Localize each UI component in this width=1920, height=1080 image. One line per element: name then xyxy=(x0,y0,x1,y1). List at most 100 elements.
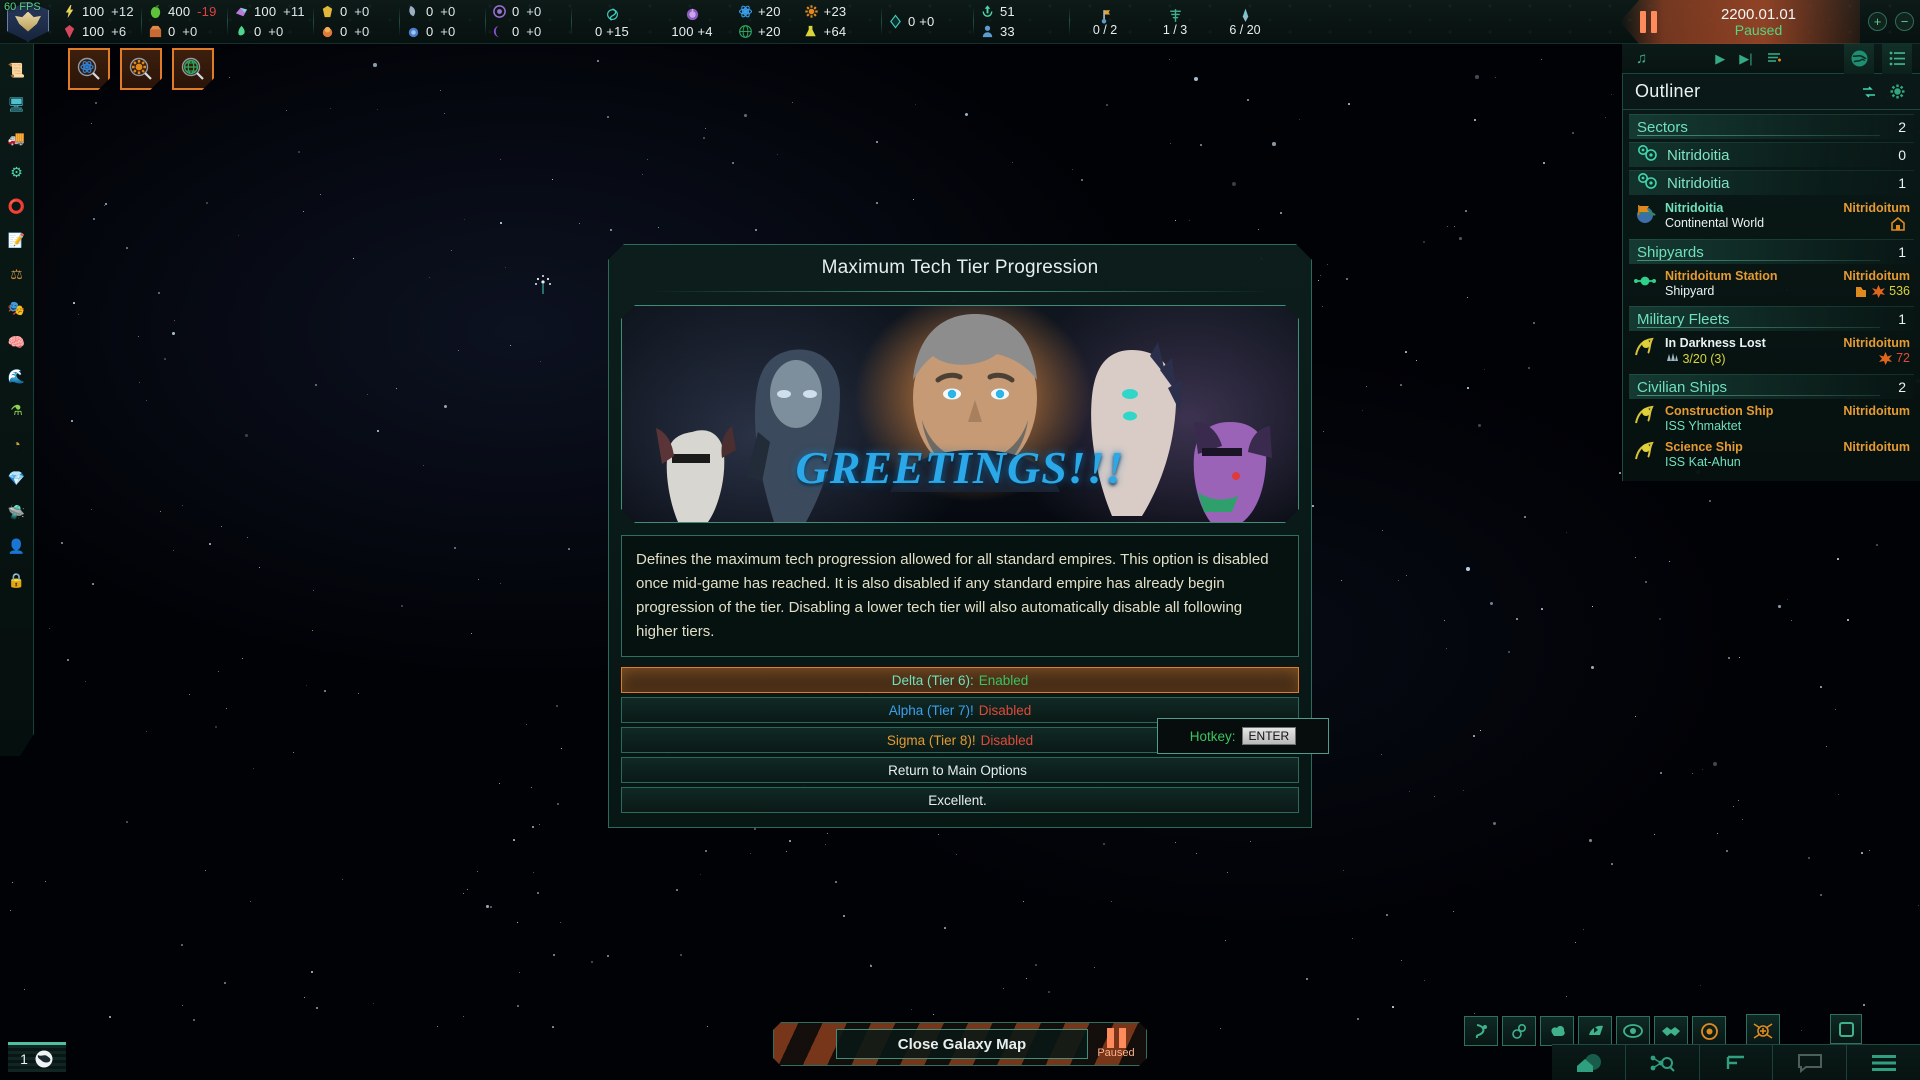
music-next-button[interactable]: ▶| xyxy=(1739,52,1752,65)
sidebar-item-situation-log[interactable]: 📜 xyxy=(4,57,30,83)
sidebar-item-empire[interactable]: ◔ xyxy=(4,431,30,457)
map-mode-nebula-button[interactable] xyxy=(1540,1016,1574,1046)
counter-colonies[interactable]: 0 / 2 xyxy=(1070,0,1140,43)
game-speed-block[interactable]: 2200.01.01 Paused xyxy=(1620,0,1860,44)
outliner-ship-construction[interactable]: Construction Ship ISS Yhmaktet Nitridoitum xyxy=(1623,401,1920,437)
speed-up-button[interactable]: + xyxy=(1868,12,1887,31)
sidebar-item-situation-log-icon: 📜 xyxy=(7,62,26,78)
sidebar-item-megastructures[interactable]: 💎 xyxy=(4,465,30,491)
resource-pair-3[interactable]: 0 +0 0 +0 xyxy=(314,0,400,43)
close-galaxy-map-label[interactable]: Close Galaxy Map xyxy=(836,1029,1088,1059)
sidebar-item-government[interactable]: ⚖ xyxy=(4,261,30,287)
resource-pair-5[interactable]: 0 +0 0 +0 xyxy=(486,0,572,43)
galaxy-home-button[interactable] xyxy=(1552,1045,1626,1080)
outliner-system-nitridoitia-1[interactable]: Nitridoitia 0 xyxy=(1629,142,1914,167)
sidebar-item-planets[interactable]: 🌊 xyxy=(4,363,30,389)
counter-starbases[interactable]: 1 / 3 xyxy=(1140,0,1210,43)
option-return-to-main[interactable]: Return to Main Options xyxy=(621,757,1299,783)
resource-influence[interactable]: 0 +15 xyxy=(572,0,652,43)
option-excellent[interactable]: Excellent. xyxy=(621,787,1299,813)
playlist-add-icon[interactable] xyxy=(1767,51,1782,67)
center-on-capital-button[interactable] xyxy=(1746,1014,1780,1048)
resource-consumer-goods[interactable]: 0 +0 xyxy=(148,22,220,42)
population-block[interactable]: 51 33 xyxy=(974,0,1070,43)
expand-panel-button[interactable] xyxy=(1700,1045,1774,1080)
outliner-ship-science-system: Nitridoitum xyxy=(1843,440,1910,454)
outliner-group-civilian-ships[interactable]: Civilian Ships 2 xyxy=(1629,374,1914,399)
resource-food[interactable]: 400 -19 xyxy=(148,2,220,22)
minimap-zoom-level: 1 xyxy=(20,1050,28,1067)
resource-trade-value[interactable]: 0 +0 xyxy=(882,0,974,43)
outliner-ship-science[interactable]: Science Ship ISS Kat-Ahun Nitridoitum xyxy=(1623,437,1920,473)
paused-indicator[interactable]: Paused xyxy=(1090,1028,1142,1059)
resource-pair-2[interactable]: 100 +11 0 +0 xyxy=(228,0,314,43)
music-play-button[interactable]: ▶ xyxy=(1715,52,1725,65)
globe-icon xyxy=(35,1050,53,1067)
resource-alloys[interactable]: 100 +11 xyxy=(234,2,306,22)
select-box-button[interactable] xyxy=(1830,1014,1862,1044)
physics-research-search-button[interactable] xyxy=(68,48,110,90)
sidebar-item-contacts[interactable]: 🖥 xyxy=(4,91,30,117)
resource-living-metal[interactable]: 0 +0 xyxy=(406,2,478,22)
research-output[interactable]: +20 +23 +20 +64 xyxy=(732,0,882,43)
outliner-group-sectors[interactable]: Sectors 2 xyxy=(1629,114,1914,139)
sidebar-item-technology[interactable]: ⚙ xyxy=(4,159,30,185)
message-log-button[interactable] xyxy=(1773,1045,1848,1080)
map-mode-hyperlanes-button[interactable] xyxy=(1464,1016,1498,1046)
sidebar-item-market[interactable]: 🚚 xyxy=(4,125,30,151)
speed-down-button[interactable]: − xyxy=(1895,12,1914,31)
resource-minerals[interactable]: 100 +6 xyxy=(62,22,134,42)
sidebar-item-fleet-manager[interactable]: 🛸 xyxy=(4,499,30,525)
resource-zro[interactable]: 0 +0 xyxy=(406,22,478,42)
resource-energy-credits[interactable]: 100 +12 xyxy=(62,2,134,22)
engineering-research-search-button[interactable] xyxy=(172,48,214,90)
close-galaxy-map-bar[interactable]: Close Galaxy Map Paused xyxy=(773,1022,1147,1066)
sidebar-item-leaders[interactable]: 👤 xyxy=(4,533,30,559)
outliner-starbase-nitridoitum-station[interactable]: Nitridoitum Station Shipyard Nitridoitum 53… xyxy=(1623,266,1920,302)
sidebar-item-situation[interactable]: ⭕ xyxy=(4,193,30,219)
counter-naval-capacity[interactable]: 6 / 20 xyxy=(1210,0,1280,43)
music-note-icon[interactable]: ♫ xyxy=(1636,50,1647,67)
galaxy-view-icon[interactable] xyxy=(1844,43,1874,74)
refresh-icon[interactable] xyxy=(1858,81,1880,103)
star-system-marker[interactable] xyxy=(530,272,556,298)
search-galaxy-button[interactable] xyxy=(1626,1045,1700,1080)
resource-volatile-motes[interactable]: 0 +0 xyxy=(320,22,392,42)
resource-exotic-gases[interactable]: 0 +0 xyxy=(234,22,306,42)
resource-pair-4[interactable]: 0 +0 0 +0 xyxy=(400,0,486,43)
pause-indicator-icon[interactable] xyxy=(1640,11,1657,33)
society-research-search-button[interactable] xyxy=(120,48,162,90)
map-mode-trade-routes-button[interactable] xyxy=(1578,1016,1612,1046)
map-mode-sensor-button[interactable] xyxy=(1692,1016,1726,1046)
resource-unity[interactable]: 100 +4 xyxy=(652,0,732,43)
resource-nanites[interactable]: 0 +0 xyxy=(492,2,564,22)
sidebar-item-megastructures-icon: 💎 xyxy=(7,470,26,486)
sidebar-item-species[interactable]: 🧠 xyxy=(4,329,30,355)
main-menu-button[interactable] xyxy=(1847,1045,1920,1080)
outliner-group-shipyards[interactable]: Shipyards 1 xyxy=(1629,239,1914,264)
resource-pair-1[interactable]: 400 -19 0 +0 xyxy=(142,0,228,43)
map-mode-diplomacy-button[interactable] xyxy=(1654,1016,1688,1046)
outliner-group-military-fleets[interactable]: Military Fleets 1 xyxy=(1629,306,1914,331)
sidebar-item-factions[interactable]: 🎭 xyxy=(4,295,30,321)
outliner-fleet-in-darkness-lost[interactable]: In Darkness Lost 3/20 (3) Nitridoitum 72 xyxy=(1623,333,1920,370)
sidebar-item-locked[interactable]: 🔒 xyxy=(4,567,30,593)
option-alpha-tier-7-label: Alpha (Tier 7)! xyxy=(888,702,974,718)
minimap-zoom-indicator[interactable]: 1 xyxy=(8,1042,66,1072)
resource-dark-matter[interactable]: 0 +0 xyxy=(492,22,564,42)
sidebar-item-leaders-icon: 👤 xyxy=(7,538,26,554)
portrait-caption: GREETINGS!!! xyxy=(795,442,1125,493)
option-delta-tier-6[interactable]: Delta (Tier 6): Enabled xyxy=(621,667,1299,693)
sidebar-item-traditions[interactable]: ⚗ xyxy=(4,397,30,423)
outliner-system-nitridoitia-2[interactable]: Nitridoitia 1 xyxy=(1629,170,1914,195)
outliner-list-icon[interactable] xyxy=(1882,43,1912,74)
dialog-description: Defines the maximum tech progression all… xyxy=(621,535,1299,657)
map-mode-intel-button[interactable] xyxy=(1616,1016,1650,1046)
gear-icon[interactable] xyxy=(1886,81,1908,103)
map-mode-borders-button[interactable] xyxy=(1502,1016,1536,1046)
unity-icon xyxy=(686,8,698,20)
resource-rare-crystals[interactable]: 0 +0 xyxy=(320,2,392,22)
resource-pair-0[interactable]: 100 +12 100 +6 xyxy=(56,0,142,43)
outliner-planet-nitridoitia[interactable]: Nitridoitia Continental World Nitridoitum xyxy=(1623,198,1920,235)
sidebar-item-edicts[interactable]: 📝 xyxy=(4,227,30,253)
